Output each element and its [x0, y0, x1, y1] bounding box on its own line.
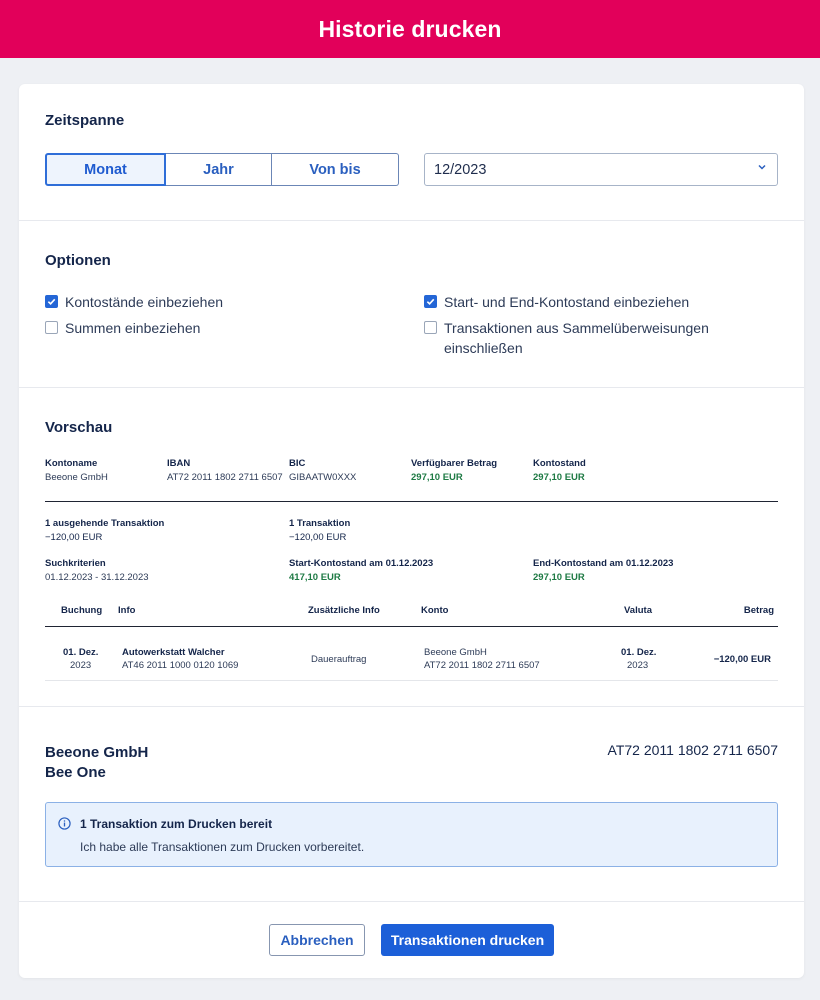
header-bar: Historie drucken [0, 0, 820, 58]
balance-value: 297,10 EUR [533, 472, 585, 483]
tab-month[interactable]: Monat [45, 153, 166, 186]
row-account-iban: AT72 2011 1802 2711 6507 [424, 660, 540, 671]
checkbox-unchecked[interactable] [45, 321, 58, 334]
row-valuta-year: 2023 [627, 660, 649, 671]
print-transactions-button[interactable]: Transaktionen drucken [381, 924, 554, 956]
row-info-name: Autowerkstatt Walcher [122, 647, 225, 658]
total-label: 1 Transaktion [289, 518, 351, 529]
options-title: Optionen [45, 252, 111, 269]
bic-value: GIBAATW0XXX [289, 472, 357, 483]
col-amount: Betrag [743, 605, 774, 616]
col-extra-info: Zusätzliche Info [308, 605, 380, 616]
company-name: Beeone GmbH [45, 744, 149, 761]
checkbox-checked[interactable] [424, 295, 437, 308]
checkbox-unchecked[interactable] [424, 321, 437, 334]
end-balance-value: 297,10 EUR [533, 572, 585, 583]
page-title: Historie drucken [318, 15, 502, 42]
end-balance-label: End-Kontostand am 01.12.2023 [533, 558, 674, 569]
option-label: Summen einbeziehen [65, 320, 201, 336]
tab-year[interactable]: Jahr [166, 153, 272, 186]
start-balance-label: Start-Kontostand am 01.12.2023 [289, 558, 434, 569]
col-booking: Buchung [61, 605, 103, 616]
total-value: −120,00 EUR [289, 532, 347, 543]
row-amount: −120,00 EUR [713, 654, 771, 665]
alert-text: Ich habe alle Transaktionen zum Drucken … [80, 840, 365, 854]
row-booking-day: 01. Dez. [63, 647, 99, 658]
bic-label: BIC [289, 458, 306, 469]
col-valuta: Valuta [624, 605, 652, 616]
company-subname: Bee One [45, 764, 106, 781]
outgoing-label: 1 ausgehende Transaktion [45, 518, 165, 529]
timespan-title: Zeitspanne [45, 112, 125, 129]
row-booking-year: 2023 [70, 660, 92, 671]
account-name-label: Kontoname [45, 458, 98, 469]
table-header-divider [45, 626, 778, 627]
option-label: Start- und End-Kontostand einbeziehen [444, 294, 690, 310]
timespan-section: Zeitspanne Monat Jahr Von bis 12/2023 [19, 84, 804, 221]
divider [45, 501, 778, 502]
col-info: Info [118, 605, 136, 616]
option-label: Kontostände einbeziehen [65, 294, 224, 310]
col-account: Konto [421, 605, 449, 616]
option-include-sums[interactable]: Summen einbeziehen [45, 318, 200, 338]
row-account-name: Beeone GmbH [424, 647, 487, 658]
company-iban: AT72 2011 1802 2711 6507 [607, 742, 778, 758]
timespan-segmented-control: Monat Jahr Von bis [45, 153, 399, 186]
outgoing-value: −120,00 EUR [45, 532, 103, 543]
preview-section: Vorschau Kontoname Beeone GmbH IBAN AT72… [19, 388, 804, 707]
info-icon [58, 817, 71, 835]
table-row-divider [45, 680, 778, 681]
print-history-card: Zeitspanne Monat Jahr Von bis 12/2023 Op… [19, 84, 804, 978]
chevron-down-icon [757, 162, 767, 175]
option-include-balances[interactable]: Kontostände einbeziehen [45, 292, 223, 312]
alert-title: 1 Transaktion zum Drucken bereit [80, 817, 273, 831]
options-section: Optionen Kontostände einbeziehen Summen … [19, 221, 804, 388]
row-info-iban: AT46 2011 1000 0120 1069 [122, 660, 239, 671]
start-balance-value: 417,10 EUR [289, 572, 341, 583]
preview-title: Vorschau [45, 419, 113, 436]
available-label: Verfügbarer Betrag [411, 458, 498, 469]
row-extra-info: Dauerauftrag [311, 654, 367, 665]
option-include-start-end-balance[interactable]: Start- und End-Kontostand einbeziehen [424, 292, 689, 312]
row-valuta-day: 01. Dez. [621, 647, 657, 658]
criteria-label: Suchkriterien [45, 558, 106, 569]
tab-range[interactable]: Von bis [272, 153, 399, 186]
criteria-value: 01.12.2023 - 31.12.2023 [45, 572, 149, 583]
option-include-bulk-transactions[interactable]: Transaktionen aus Sammelüberweisungen ei… [424, 318, 724, 358]
account-name-value: Beeone GmbH [45, 472, 108, 483]
available-value: 297,10 EUR [411, 472, 463, 483]
iban-value: AT72 2011 1802 2711 6507 [167, 472, 283, 483]
period-select-value: 12/2023 [434, 161, 487, 178]
option-label: Transaktionen aus Sammelüberweisungen ei… [444, 320, 709, 356]
period-select[interactable]: 12/2023 [424, 153, 778, 186]
balance-label: Kontostand [533, 458, 586, 469]
iban-label: IBAN [167, 458, 191, 469]
checkbox-checked[interactable] [45, 295, 58, 308]
cancel-button[interactable]: Abbrechen [269, 924, 365, 956]
ready-alert: 1 Transaktion zum Drucken bereit Ich hab… [45, 802, 778, 867]
